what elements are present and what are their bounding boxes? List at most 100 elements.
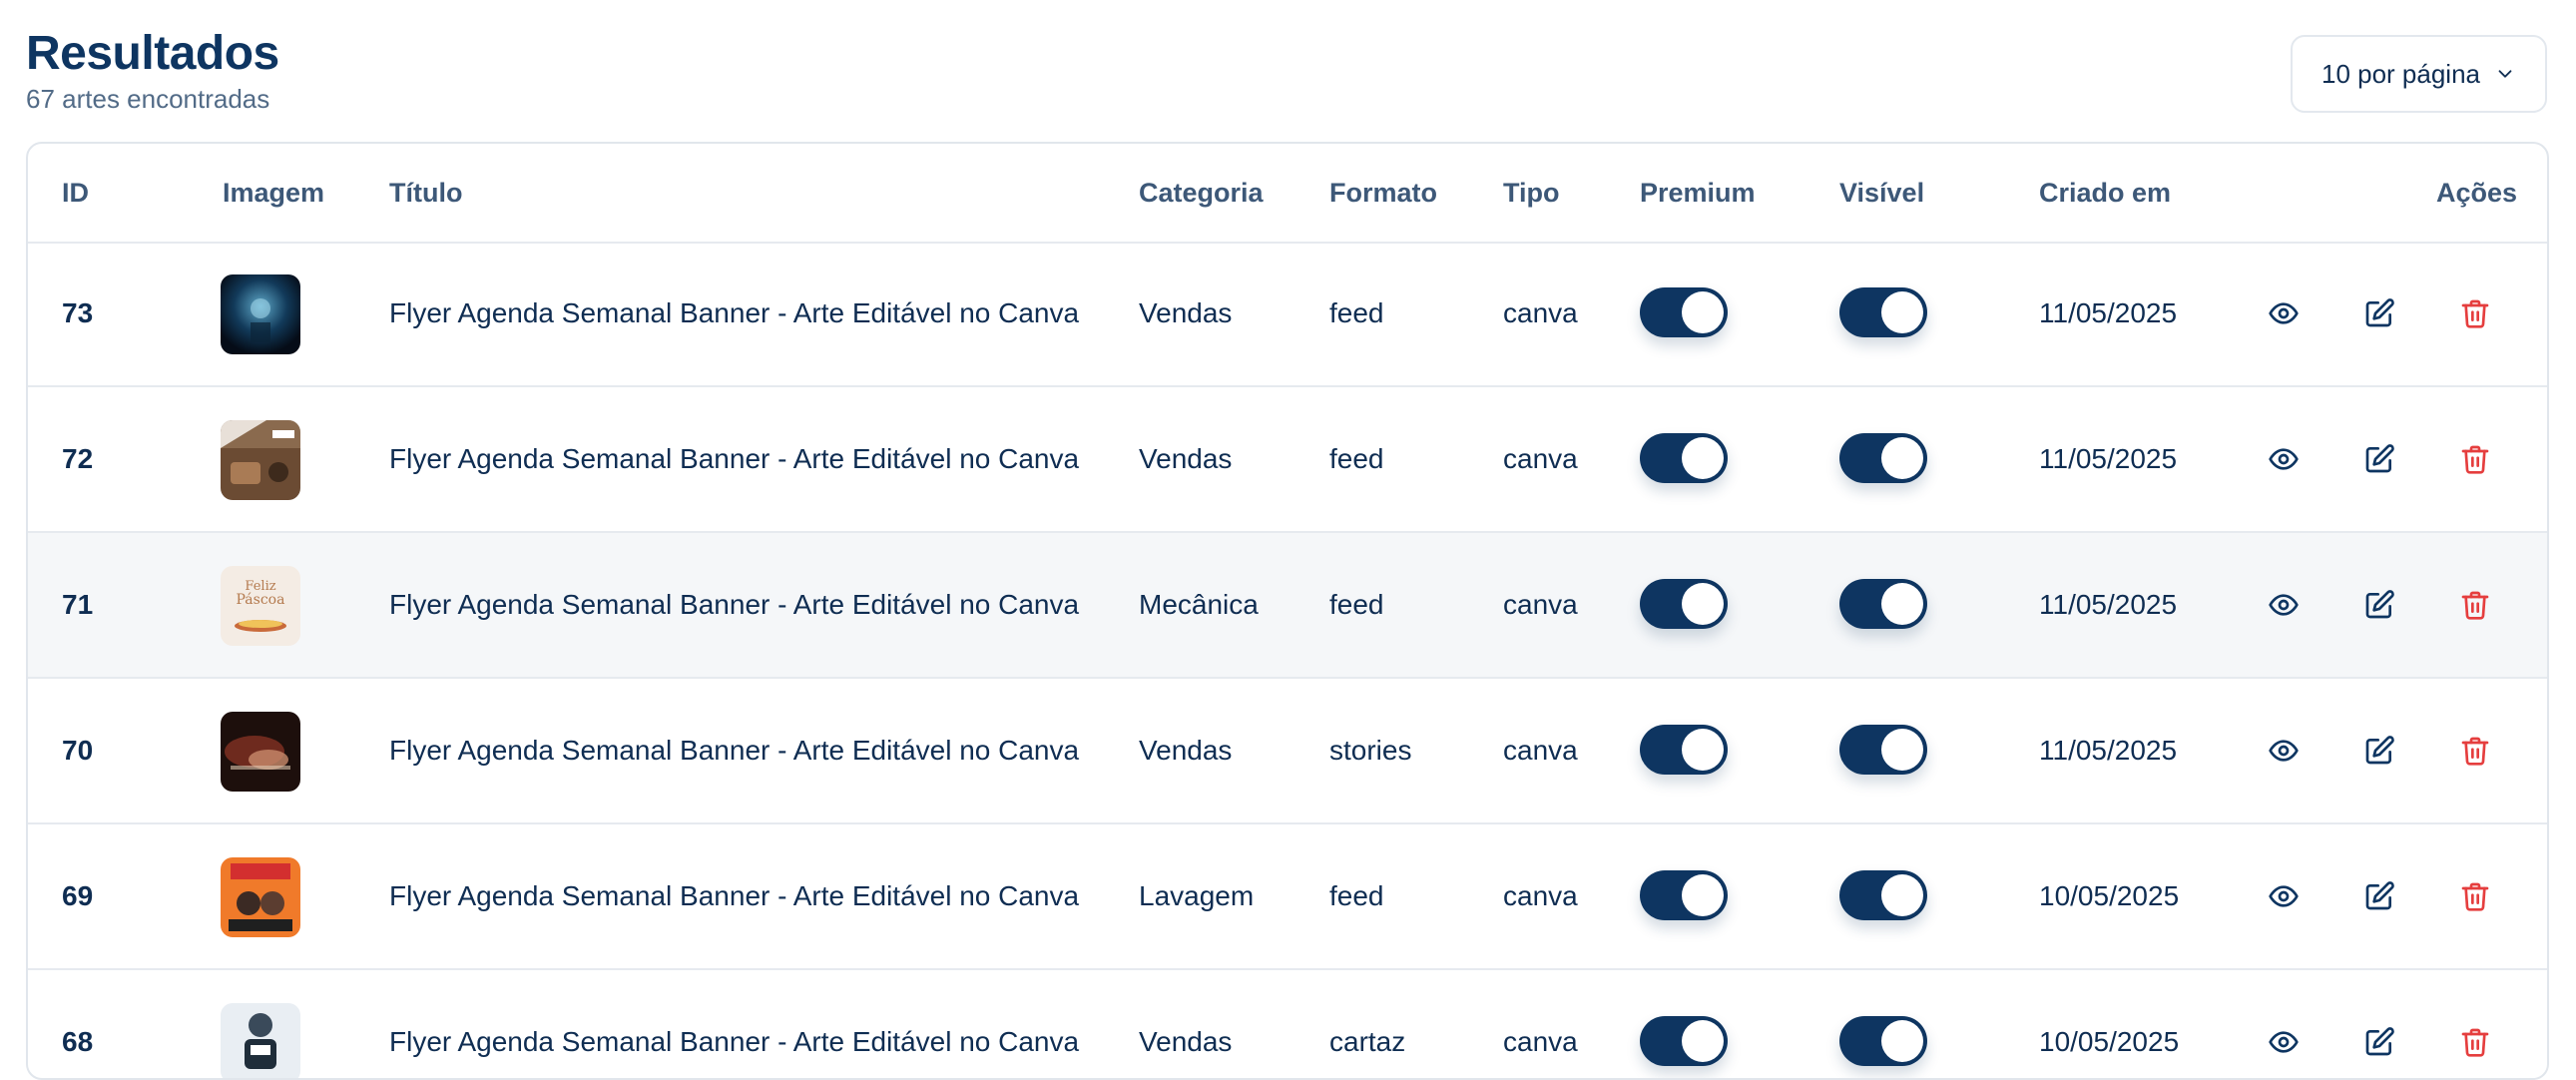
premium-toggle[interactable] (1640, 433, 1728, 483)
row-format: feed (1329, 880, 1384, 911)
delete-button[interactable] (2455, 731, 2495, 771)
premium-toggle[interactable] (1640, 725, 1728, 775)
toggle-knob (1881, 291, 1923, 333)
table-row: 72 Flyer Agenda Semanal Banner - Arte Edi… (28, 387, 2547, 533)
eye-icon (2268, 1026, 2300, 1058)
table-header: ID Imagem Título Categoria Formato Tipo … (28, 144, 2547, 244)
premium-toggle[interactable] (1640, 287, 1728, 337)
delete-button[interactable] (2455, 1022, 2495, 1062)
visible-toggle[interactable] (1839, 870, 1927, 920)
column-header-title: Título (389, 178, 463, 208)
premium-toggle[interactable] (1640, 579, 1728, 629)
visible-toggle[interactable] (1839, 433, 1927, 483)
visible-toggle[interactable] (1839, 579, 1927, 629)
table-row: 71 Feliz Páscoa Flyer Agenda Semanal Banner… (28, 533, 2547, 679)
premium-toggle[interactable] (1640, 1016, 1728, 1066)
eye-icon (2268, 880, 2300, 912)
edit-button[interactable] (2359, 1022, 2399, 1062)
chevron-down-icon (2498, 70, 2512, 78)
trash-icon (2459, 297, 2491, 329)
row-id: 73 (62, 297, 94, 328)
row-title: Flyer Agenda Semanal Banner - Arte Editá… (389, 735, 1080, 766)
edit-icon (2363, 443, 2395, 475)
row-created-date: 11/05/2025 (2039, 735, 2178, 766)
toggle-knob (1682, 437, 1724, 479)
row-title: Flyer Agenda Semanal Banner - Arte Editá… (389, 1026, 1080, 1057)
trash-icon (2459, 735, 2491, 767)
edit-button[interactable] (2359, 439, 2399, 479)
row-format: stories (1329, 735, 1412, 766)
art-thumbnail (221, 274, 300, 354)
row-created-date: 11/05/2025 (2039, 443, 2178, 474)
trash-icon (2459, 1026, 2491, 1058)
toggle-knob (1881, 1020, 1923, 1062)
toggle-knob (1881, 729, 1923, 771)
delete-button[interactable] (2455, 293, 2495, 333)
results-count: 67 artes encontradas (26, 84, 270, 114)
row-type: canva (1503, 1026, 1578, 1057)
row-type: canva (1503, 880, 1578, 911)
row-type: canva (1503, 443, 1578, 474)
edit-icon (2363, 735, 2395, 767)
visible-toggle[interactable] (1839, 287, 1927, 337)
edit-button[interactable] (2359, 585, 2399, 625)
row-type: canva (1503, 297, 1578, 328)
edit-button[interactable] (2359, 293, 2399, 333)
edit-icon (2363, 589, 2395, 621)
view-button[interactable] (2264, 439, 2304, 479)
column-header-visible: Visível (1839, 178, 1925, 208)
row-title: Flyer Agenda Semanal Banner - Arte Editá… (389, 880, 1080, 911)
table-row: 73 Flyer Agenda Semanal Banner - Arte Edi… (28, 242, 2547, 387)
art-thumbnail (221, 1003, 300, 1078)
premium-toggle[interactable] (1640, 870, 1728, 920)
edit-icon (2363, 880, 2395, 912)
row-category: Vendas (1139, 443, 1233, 474)
delete-button[interactable] (2455, 439, 2495, 479)
toggle-knob (1682, 874, 1724, 916)
eye-icon (2268, 297, 2300, 329)
row-type: canva (1503, 589, 1578, 620)
row-created-date: 10/05/2025 (2039, 880, 2180, 911)
view-button[interactable] (2264, 1022, 2304, 1062)
view-button[interactable] (2264, 876, 2304, 916)
view-button[interactable] (2264, 731, 2304, 771)
column-header-premium: Premium (1640, 178, 1756, 208)
toggle-knob (1682, 291, 1724, 333)
row-id: 70 (62, 735, 94, 766)
edit-icon (2363, 1026, 2395, 1058)
row-id: 68 (62, 1026, 94, 1057)
row-category: Vendas (1139, 297, 1233, 328)
edit-button[interactable] (2359, 876, 2399, 916)
table-row: 70 Flyer Agenda Semanal Banner - Arte Edi… (28, 679, 2547, 824)
art-thumbnail (221, 420, 300, 500)
view-button[interactable] (2264, 293, 2304, 333)
per-page-label: 10 por página (2320, 58, 2481, 89)
trash-icon (2459, 589, 2491, 621)
row-title: Flyer Agenda Semanal Banner - Arte Editá… (389, 589, 1080, 620)
per-page-select[interactable]: 10 por página (2291, 35, 2547, 113)
row-category: Vendas (1139, 735, 1233, 766)
row-id: 69 (62, 880, 94, 911)
column-header-created: Criado em (2039, 178, 2172, 208)
column-header-format: Formato (1329, 178, 1437, 208)
column-header-type: Tipo (1503, 178, 1560, 208)
delete-button[interactable] (2455, 585, 2495, 625)
art-thumbnail (221, 857, 300, 937)
edit-icon (2363, 297, 2395, 329)
table-row: 69 Flyer Agenda Semanal Banner - Arte Edi… (28, 824, 2547, 970)
column-header-id: ID (62, 178, 89, 208)
row-id: 72 (62, 443, 94, 474)
art-thumbnail: Feliz Páscoa (221, 566, 300, 646)
visible-toggle[interactable] (1839, 1016, 1927, 1066)
row-format: feed (1329, 589, 1384, 620)
row-created-date: 11/05/2025 (2039, 297, 2178, 328)
results-table: ID Imagem Título Categoria Formato Tipo … (26, 142, 2549, 1080)
edit-button[interactable] (2359, 731, 2399, 771)
toggle-knob (1682, 583, 1724, 625)
view-button[interactable] (2264, 585, 2304, 625)
page-title: Resultados (26, 27, 279, 80)
visible-toggle[interactable] (1839, 725, 1927, 775)
row-created-date: 10/05/2025 (2039, 1026, 2180, 1057)
toggle-knob (1881, 583, 1923, 625)
delete-button[interactable] (2455, 876, 2495, 916)
